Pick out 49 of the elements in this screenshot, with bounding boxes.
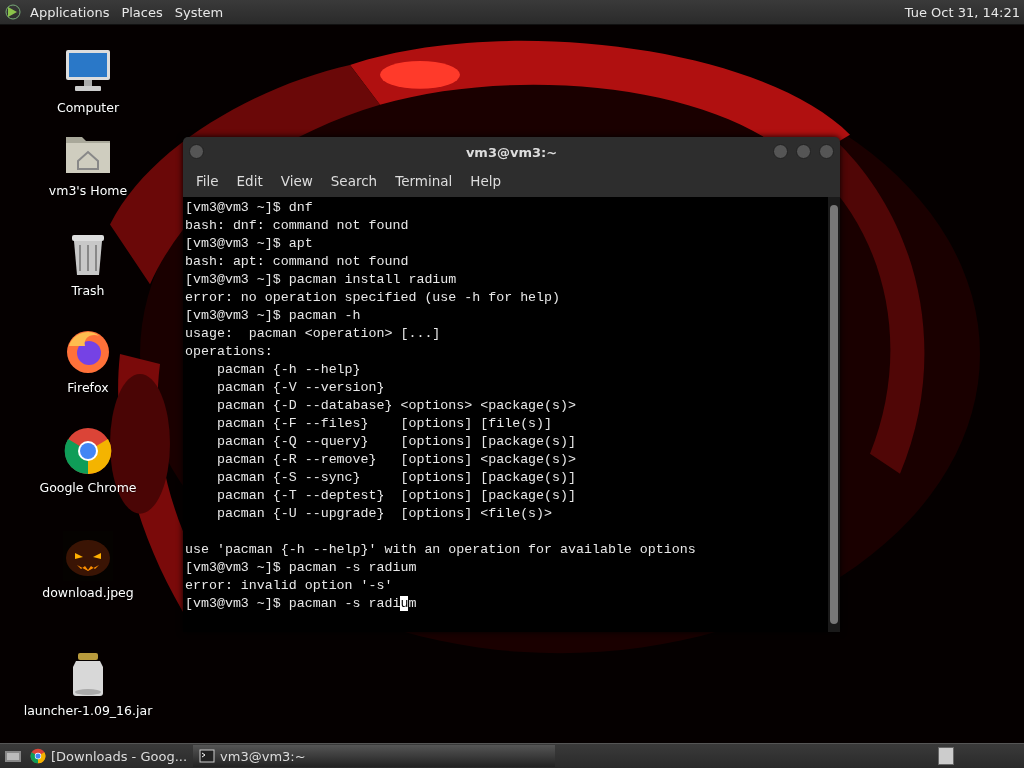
terminal-line: [vm3@vm3 ~]$ pacman install radium	[185, 272, 457, 287]
icon-label[interactable]: launcher-1.09_16.jar	[23, 703, 153, 718]
terminal-line: bash: dnf: command not found	[185, 218, 409, 233]
terminal-line: operations:	[185, 344, 273, 359]
taskbar-button[interactable]: [Downloads - Goog...	[24, 745, 194, 767]
panel-menu[interactable]: Applications	[24, 4, 116, 20]
menu-item[interactable]: Help	[461, 173, 511, 189]
icon-label[interactable]: Computer	[56, 100, 120, 115]
taskbar-button[interactable]: vm3@vm3:~	[193, 745, 556, 767]
terminal-line: pacman {-h --help}	[215, 362, 361, 377]
terminal-line: [vm3@vm3 ~]$ pacman -s radium	[185, 596, 417, 611]
terminal-line: [vm3@vm3 ~]$ pacman -s radium	[185, 560, 417, 575]
icon-label[interactable]: Firefox	[67, 380, 109, 395]
menu-item[interactable]: File	[187, 173, 228, 189]
terminal-line: pacman {-D --database} <options> <package(s)>	[215, 398, 576, 413]
menu-item[interactable]: Edit	[227, 173, 272, 189]
terminal-line: use 'pacman {-h --help}' with an operation for available options	[185, 542, 696, 557]
chrome-icon[interactable]	[30, 748, 46, 764]
terminal-line: [vm3@vm3 ~]$ apt	[185, 236, 313, 251]
show-desktop-icon[interactable]	[4, 748, 22, 764]
terminal-line: pacman {-Q --query} [options] [package(s)]	[215, 434, 576, 449]
terminal-line: pacman {-S --sync} [options] [package(s)]	[215, 470, 576, 485]
terminal-line: pacman {-R --remove} [options] <package(s)>	[215, 452, 576, 467]
terminal-line: usage: pacman <operation> [...]	[185, 326, 441, 341]
terminal-line: pacman {-V --version}	[215, 380, 385, 395]
menu-item[interactable]: Terminal	[386, 173, 462, 189]
menu-item[interactable]: Search	[321, 173, 387, 189]
terminal-line: [vm3@vm3 ~]$ pacman -h	[185, 308, 361, 323]
clock[interactable]: Tue Oct 31, 14:21	[904, 4, 1024, 20]
distro-logo-icon[interactable]	[4, 4, 22, 20]
terminal-line: pacman {-T --deptest} [options] [package(s)]	[215, 488, 576, 503]
panel-menu[interactable]: System	[168, 4, 230, 20]
workspace-switcher[interactable]	[938, 747, 954, 765]
terminal-icon[interactable]	[199, 748, 216, 764]
icon-label[interactable]: Google Chrome	[39, 480, 137, 495]
icon-label[interactable]: download.jpeg	[42, 585, 134, 600]
terminal-line: bash: apt: command not found	[185, 254, 409, 269]
panel-menu[interactable]: Places	[115, 4, 169, 20]
scrollbar[interactable]	[828, 197, 840, 632]
terminal-line: [vm3@vm3 ~]$ dnf	[185, 200, 313, 215]
terminal-line: pacman {-F --files} [options] [file(s)]	[215, 416, 553, 431]
menu-item[interactable]: View	[271, 173, 322, 189]
icon-label[interactable]: Trash	[71, 283, 105, 298]
window-title: vm3@vm3:~	[465, 144, 558, 160]
terminal-line: pacman {-U --upgrade} [options] <file(s)>	[215, 506, 553, 521]
terminal-line: error: invalid option '-s'	[185, 578, 393, 593]
icon-label[interactable]: vm3's Home	[48, 183, 128, 198]
terminal-line: error: no operation specified (use -h for help)	[185, 290, 561, 305]
chrome-icon[interactable]	[63, 426, 113, 476]
